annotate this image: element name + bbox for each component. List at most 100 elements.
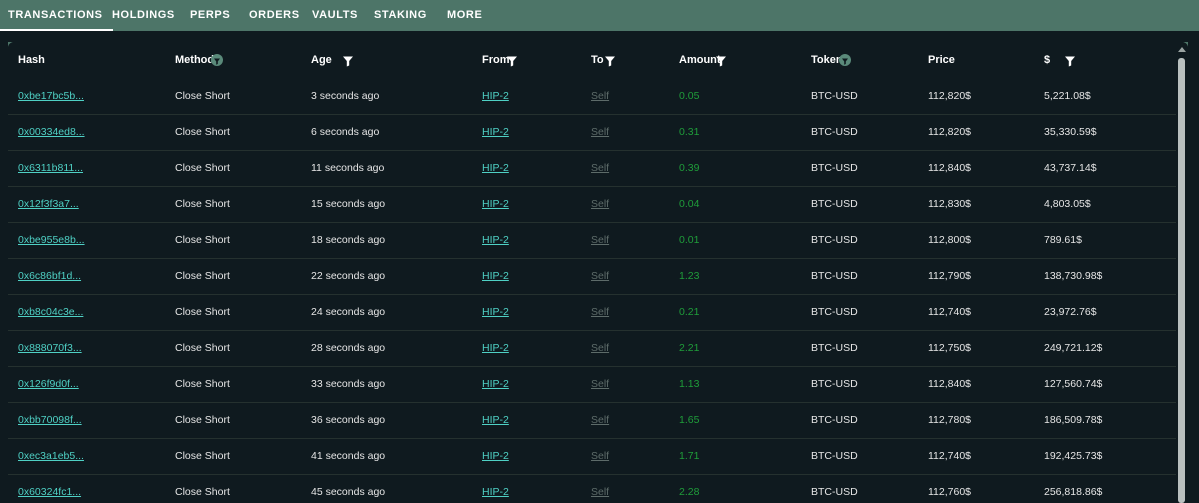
hash-link[interactable]: 0xbe17bc5b... [18,79,84,114]
to-link[interactable]: Self [591,331,609,366]
transactions-table: Hash Method Age From To Amount Token Pri… [8,42,1188,503]
age-filter-icon[interactable] [342,54,354,67]
amount-cell: 1.71 [679,450,700,462]
usd-filter-icon[interactable] [1064,54,1076,67]
hash-link[interactable]: 0x60324fc1... [18,475,81,503]
header-hash: Hash [18,54,45,66]
tab-bar: TRANSACTIONS HOLDINGS PERPS ORDERS VAULT… [0,0,1199,31]
header-method: Method [175,54,215,66]
to-link[interactable]: Self [591,223,609,258]
amount-cell: 2.21 [679,342,700,354]
usd-value-cell: 35,330.59$ [1044,126,1097,138]
method-cell: Close Short [175,450,230,462]
hash-link[interactable]: 0xb8c04c3e... [18,295,83,330]
token-cell: BTC-USD [811,270,858,282]
table-row: 0x6c86bf1d... Close Short 22 seconds ago HI… [8,259,1176,295]
from-link[interactable]: HIP-2 [482,475,509,503]
table-row: 0x888070f3... Close Short 28 seconds ago HI… [8,331,1176,367]
from-link[interactable]: HIP-2 [482,115,509,150]
from-link[interactable]: HIP-2 [482,223,509,258]
age-cell: 22 seconds ago [311,270,386,282]
vertical-scrollbar[interactable] [1176,42,1188,503]
to-filter-icon[interactable] [604,54,616,67]
amount-cell: 2.28 [679,486,700,498]
table-row: 0xbb70098f... Close Short 36 seconds ago HI… [8,403,1176,439]
amount-filter-icon[interactable] [715,54,727,67]
hash-link[interactable]: 0xec3a1eb5... [18,439,84,474]
to-link[interactable]: Self [591,115,609,150]
amount-cell: 0.39 [679,162,700,174]
to-link[interactable]: Self [591,439,609,474]
price-cell: 112,820$ [928,90,972,102]
to-link[interactable]: Self [591,259,609,294]
token-cell: BTC-USD [811,378,858,390]
amount-cell: 1.65 [679,414,700,426]
hash-link[interactable]: 0x00334ed8... [18,115,85,150]
tab-staking[interactable]: STAKING [374,0,427,31]
method-cell: Close Short [175,198,230,210]
from-link[interactable]: HIP-2 [482,259,509,294]
price-cell: 112,820$ [928,126,972,138]
token-filter-icon[interactable] [839,54,851,66]
age-cell: 28 seconds ago [311,342,386,354]
header-price: Price [928,54,955,66]
hash-link[interactable]: 0x12f3f3a7... [18,187,79,222]
price-cell: 112,750$ [928,342,972,354]
to-link[interactable]: Self [591,295,609,330]
from-link[interactable]: HIP-2 [482,151,509,186]
tab-more[interactable]: MORE [447,0,482,31]
usd-value-cell: 256,818.86$ [1044,486,1103,498]
tab-holdings[interactable]: HOLDINGS [112,0,175,31]
hash-link[interactable]: 0xbb70098f... [18,403,82,438]
to-link[interactable]: Self [591,403,609,438]
from-link[interactable]: HIP-2 [482,331,509,366]
from-link[interactable]: HIP-2 [482,187,509,222]
hash-link[interactable]: 0x888070f3... [18,331,82,366]
scroll-thumb[interactable] [1178,58,1185,503]
tab-transactions[interactable]: TRANSACTIONS [0,0,113,31]
table-row: 0xec3a1eb5... Close Short 41 seconds ago HI… [8,439,1176,475]
from-link[interactable]: HIP-2 [482,295,509,330]
from-link[interactable]: HIP-2 [482,403,509,438]
to-link[interactable]: Self [591,151,609,186]
from-link[interactable]: HIP-2 [482,439,509,474]
panel-right-gutter [1188,31,1199,503]
amount-cell: 0.01 [679,234,700,246]
panel-left-gutter [0,31,8,503]
token-cell: BTC-USD [811,90,858,102]
hash-link[interactable]: 0x126f9d0f... [18,367,79,402]
tab-perps[interactable]: PERPS [190,0,230,31]
method-cell: Close Short [175,126,230,138]
amount-cell: 0.05 [679,90,700,102]
header-age: Age [311,54,332,66]
from-link[interactable]: HIP-2 [482,367,509,402]
hash-link[interactable]: 0x6311b811... [18,151,83,186]
tab-vaults[interactable]: VAULTS [312,0,358,31]
age-cell: 6 seconds ago [311,126,380,138]
usd-value-cell: 4,803.05$ [1044,198,1091,210]
header-usd: $ [1044,54,1051,66]
from-link[interactable]: HIP-2 [482,79,509,114]
tab-orders[interactable]: ORDERS [249,0,300,31]
method-cell: Close Short [175,342,230,354]
age-cell: 45 seconds ago [311,486,386,498]
table-row: 0xbe955e8b... Close Short 18 seconds ago HI… [8,223,1176,259]
token-cell: BTC-USD [811,162,858,174]
from-filter-icon[interactable] [506,54,518,67]
to-link[interactable]: Self [591,187,609,222]
hash-link[interactable]: 0xbe955e8b... [18,223,85,258]
to-link[interactable]: Self [591,367,609,402]
method-cell: Close Short [175,162,230,174]
table-row: 0x12f3f3a7... Close Short 15 seconds ago HI… [8,187,1176,223]
age-cell: 3 seconds ago [311,90,380,102]
to-link[interactable]: Self [591,79,609,114]
age-cell: 36 seconds ago [311,414,386,426]
to-link[interactable]: Self [591,475,609,503]
hash-link[interactable]: 0x6c86bf1d... [18,259,81,294]
scroll-up-arrow-icon[interactable] [1178,47,1186,52]
usd-value-cell: 138,730.98$ [1044,270,1103,282]
method-filter-icon[interactable] [211,54,223,66]
method-cell: Close Short [175,234,230,246]
method-cell: Close Short [175,378,230,390]
usd-value-cell: 186,509.78$ [1044,414,1103,426]
